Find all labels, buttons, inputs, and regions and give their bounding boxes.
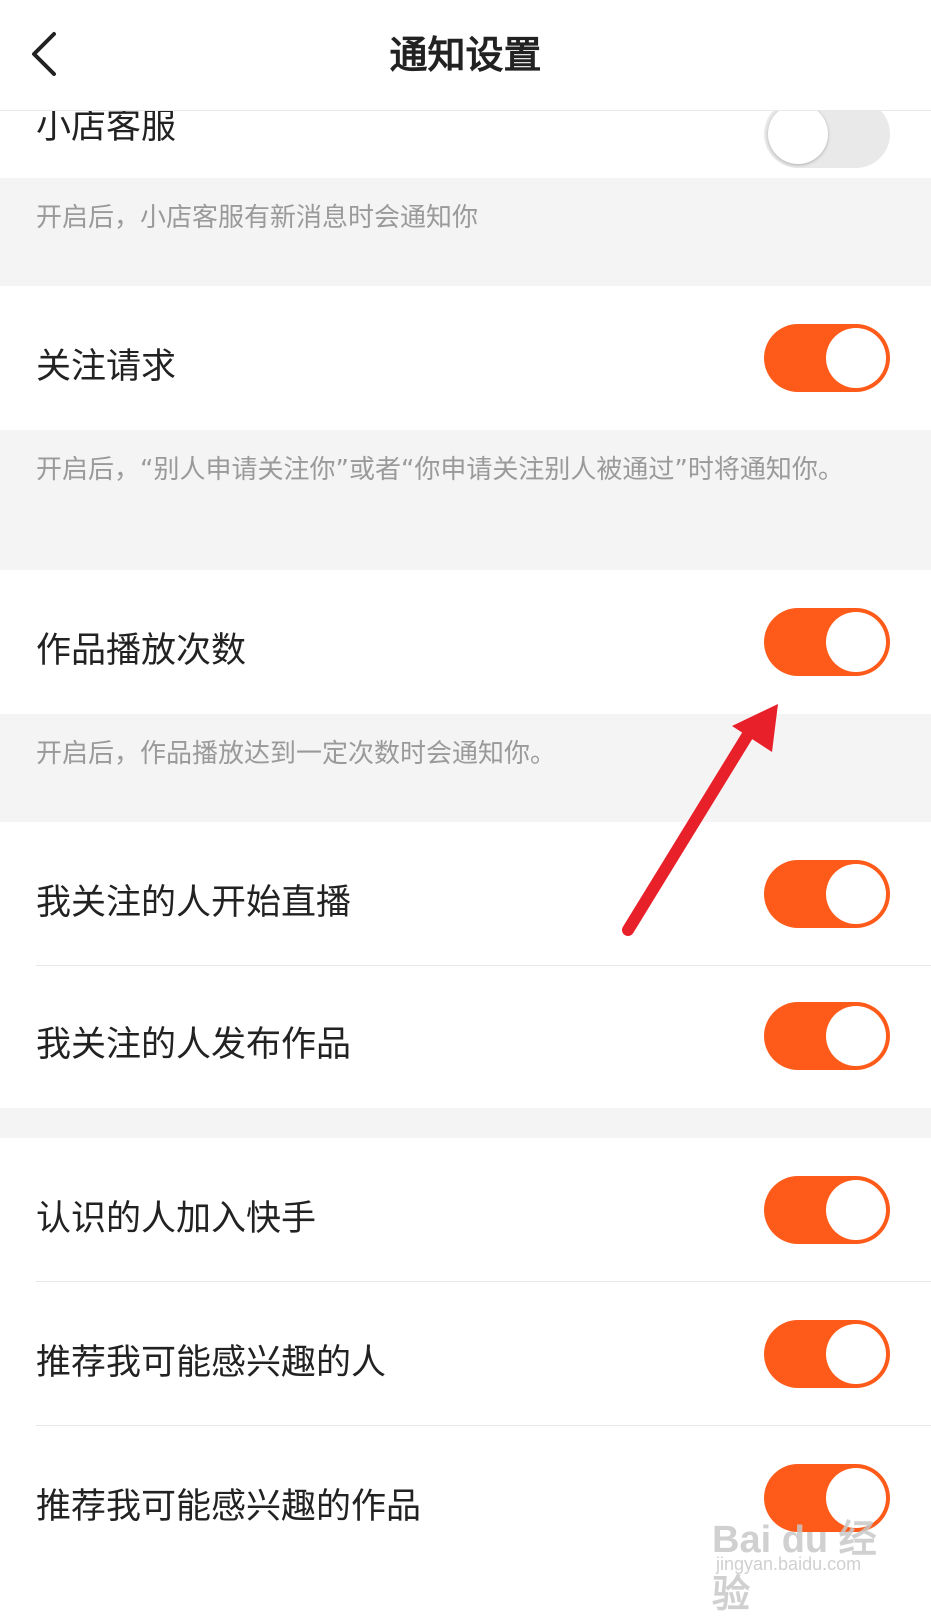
baidu-watermark: Bai du 经验 jingyan.baidu.com (712, 1508, 912, 1616)
setting-label: 作品播放次数 (36, 631, 247, 671)
setting-row-follow-request: 关注请求 (0, 286, 931, 430)
setting-row-contacts-join: 认识的人加入快手 (0, 1138, 931, 1281)
watermark-url: jingyan.baidu.com (716, 1554, 862, 1574)
live-start-toggle[interactable] (764, 860, 890, 928)
setting-note: 开启后，“别人申请关注你”或者“你申请关注别人被通过”时将通知你。 (0, 430, 931, 570)
page-title: 通知设置 (389, 33, 542, 77)
new-works-toggle[interactable] (764, 1002, 890, 1070)
follow-request-toggle[interactable] (764, 324, 890, 392)
toggle-knob (826, 328, 886, 388)
setting-row-recommend-people: 推荐我可能感兴趣的人 (0, 1282, 931, 1425)
setting-label: 关注请求 (36, 347, 177, 387)
setting-note: 开启后，作品播放达到一定次数时会通知你。 (0, 714, 931, 822)
setting-label: 我关注的人开始直播 (36, 883, 352, 923)
setting-row-play-count: 作品播放次数 (0, 570, 931, 714)
setting-note-text: 开启后，小店客服有新消息时会通知你 (36, 203, 479, 233)
setting-label: 我关注的人发布作品 (36, 1025, 352, 1065)
setting-note-text: 开启后，“别人申请关注你”或者“你申请关注别人被通过”时将通知你。 (36, 455, 844, 485)
setting-note: 开启后，小店客服有新消息时会通知你 (0, 178, 931, 286)
toggle-knob (826, 1324, 886, 1384)
recommend-people-toggle[interactable] (764, 1320, 890, 1388)
setting-label: 推荐我可能感兴趣的人 (36, 1343, 387, 1383)
setting-row-new-works: 我关注的人发布作品 (0, 966, 931, 1108)
toggle-knob (826, 612, 886, 672)
toggle-knob (768, 104, 828, 164)
setting-row-live-start: 我关注的人开始直播 (0, 822, 931, 965)
contacts-join-toggle[interactable] (764, 1176, 890, 1244)
top-bar: 通知设置 (0, 0, 931, 111)
play-count-toggle[interactable] (764, 608, 890, 676)
toggle-knob (826, 864, 886, 924)
toggle-knob (826, 1006, 886, 1066)
toggle-knob (826, 1180, 886, 1240)
setting-label: 推荐我可能感兴趣的作品 (36, 1487, 422, 1527)
setting-label: 认识的人加入快手 (36, 1199, 317, 1239)
section-gap (0, 1108, 931, 1138)
setting-note-text: 开启后，作品播放达到一定次数时会通知你。 (36, 739, 557, 769)
